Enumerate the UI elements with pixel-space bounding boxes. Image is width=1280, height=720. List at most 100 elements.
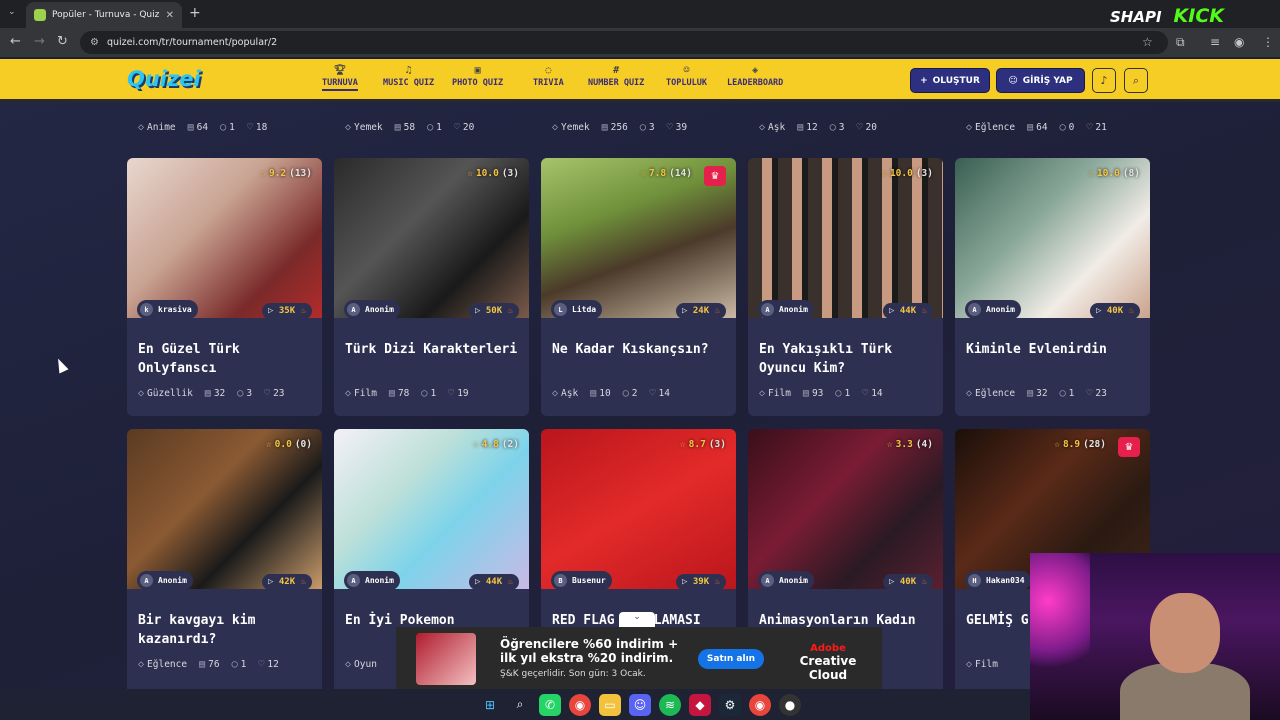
tag-icon: ◇ [138,388,145,399]
items-icon: ▤ [204,388,211,399]
nav-turnuva[interactable]: 🏆︎ TURNUVA [322,65,358,91]
top-card-meta-3: ◇ Yemek ▤ 256 ◯ 3 ♡ 39 [552,102,687,147]
forward-icon[interactable]: → [34,34,45,49]
card-title[interactable]: Bir kavgayı kim kazanırdı? [127,589,322,659]
back-icon[interactable]: ← [10,34,21,49]
reload-icon[interactable]: ↻ [57,34,68,49]
bookmark-star-icon[interactable]: ☆ [1142,35,1153,49]
address-bar[interactable]: ⚙ quizei.com/tr/tournament/popular/2 [80,31,1168,54]
tournament-card[interactable]: ☆ 10.0 (8) A Anonim ▷ 40K ♨ Kiminle Evle… [955,158,1150,416]
play-count-badge: ▷ 50K ♨ [469,303,519,319]
card-creator[interactable]: A Anonim [344,571,400,590]
heart-icon: ♡ [448,388,455,399]
steam-icon[interactable]: ⚙ [719,693,741,716]
tournament-card[interactable]: ☆ 0.0 (0) A Anonim ▷ 42K ♨ Bir kavgayı k… [127,429,322,689]
play-icon: ▷ [682,577,688,587]
card-creator[interactable]: A Anonim [758,571,814,590]
card-thumbnail[interactable]: ☆ 3.3 (4) A Anonim ▷ 40K ♨ [748,429,943,590]
extensions-icon[interactable]: ⧉ [1176,35,1185,50]
tab-search-icon[interactable]: ⌄ [8,7,16,17]
ad-subtext: Ş&K geçerlidir. Son gün: 3 Ocak. [500,669,646,679]
chrome-icon[interactable]: ◉ [749,693,771,716]
chrome-icon[interactable]: ◉ [569,693,591,716]
search-icon[interactable]: ⌕ [1124,68,1148,93]
card-creator[interactable]: A Anonim [344,300,400,319]
heart-icon: ♡ [453,122,460,133]
nav-music-quiz[interactable]: ♫ MUSIC QUIZ [383,65,434,88]
whatsapp-icon[interactable]: ✆ [539,693,561,716]
ad-cta-button[interactable]: Satın alın [698,649,764,669]
card-creator[interactable]: A Anonim [758,300,814,319]
card-thumbnail[interactable]: ☆ 0.0 (0) A Anonim ▷ 42K ♨ [127,429,322,590]
card-title[interactable]: Ne Kadar Kıskançsın? [541,318,736,388]
profile-icon[interactable]: ◉ [1234,35,1244,49]
media-icon[interactable]: ≡ [1210,35,1220,49]
search-icon[interactable]: ⌕ [509,694,531,716]
card-creator[interactable]: L Litda [551,300,603,319]
chat-icon: ◌ [545,65,552,76]
card-creator[interactable]: B Busenur [551,571,612,590]
card-thumbnail[interactable]: ☆ 7.8 (14) ♛ L Litda ▷ 24K ♨ [541,158,736,319]
login-label: GİRİŞ YAP [1022,75,1073,86]
browser-tab[interactable]: Popüler - Turnuva - Quizei ✕ [26,2,182,28]
ad-collapse-button[interactable]: ⌄ [619,612,655,627]
comment-icon: ◯ [427,122,434,133]
nav-label: TRIVIA [533,78,564,88]
notification-bell-icon[interactable]: ♪ [1092,68,1116,93]
card-creator[interactable]: A Anonim [965,300,1021,319]
card-thumbnail[interactable]: ☆ 10.0 (3) A Anonim ▷ 44K ♨ [748,158,943,319]
login-button[interactable]: ☺ GİRİŞ YAP [996,68,1085,93]
card-creator[interactable]: A Anonim [137,571,193,590]
card-title[interactable]: En Yakışıklı Türk Oyuncu Kim? [748,318,943,388]
card-thumbnail[interactable]: ☆ 8.7 (3) B Busenur ▷ 39K ♨ [541,429,736,590]
close-tab-icon[interactable]: ✕ [166,10,174,21]
ad-banner[interactable]: Öğrencilere %60 indirim + ilk yıl ekstra… [396,627,882,689]
tournament-card[interactable]: ☆ 10.0 (3) A Anonim ▷ 44K ♨ En Yakışıklı… [748,158,943,416]
creator-name: Anonim [779,305,808,314]
card-rating: ☆ 3.3 (4) [887,439,933,450]
card-meta: ◇ Aşk ▤ 10 ◯ 2 ♡ 14 [541,388,736,399]
card-title[interactable]: En Güzel Türk Onlyfanscı [127,318,322,388]
spotify-icon[interactable]: ≋ [659,693,681,716]
card-rating: ☆ 8.9 (28) [1054,439,1106,450]
nav-topluluk[interactable]: ☺ TOPLULUK [666,65,707,88]
card-creator[interactable]: k krasiva [137,300,198,319]
card-rating: ☆ 7.8 (14) [640,168,692,179]
new-tab-icon[interactable]: + [189,5,201,21]
card-thumbnail[interactable]: ☆ 10.0 (3) A Anonim ▷ 50K ♨ [334,158,529,319]
menu-icon[interactable]: ⋮ [1262,35,1274,49]
app-icon[interactable]: ◆ [689,693,711,716]
card-title[interactable]: Türk Dizi Karakterleri [334,318,529,388]
tournament-card[interactable]: ☆ 9.2 (13) k krasiva ▷ 35K ♨ En Güzel Tü… [127,158,322,416]
play-icon: ▷ [475,577,481,587]
play-icon: ▷ [268,306,274,316]
site-logo[interactable]: Quizei [127,67,201,91]
create-button[interactable]: + OLUŞTUR [910,68,990,93]
folder-icon[interactable]: ▭ [599,693,621,716]
nav-leaderboard[interactable]: ◈ LEADERBOARD [727,65,783,88]
card-thumbnail[interactable]: ☆ 4.8 (2) A Anonim ▷ 44K ♨ [334,429,529,590]
creator-name: Hakan034 [986,576,1025,585]
windows-start-icon[interactable]: ⊞ [479,694,501,716]
avatar: A [347,303,360,316]
rating-votes: (2) [501,439,519,450]
creator-name: Litda [572,305,597,314]
rating-votes: (4) [915,439,933,450]
fire-icon: ♨ [921,577,927,587]
site-info-icon[interactable]: ⚙ [90,37,99,48]
obs-icon[interactable]: ● [779,693,801,716]
card-creator[interactable]: H Hakan034 [965,571,1031,590]
discord-icon[interactable]: ☺ [629,693,651,716]
play-count: 24K [692,306,710,316]
card-thumbnail[interactable]: ☆ 9.2 (13) k krasiva ▷ 35K ♨ [127,158,322,319]
tournament-card[interactable]: ☆ 10.0 (3) A Anonim ▷ 50K ♨ Türk Dizi Ka… [334,158,529,416]
avatar: A [140,574,153,587]
nav-number-quiz[interactable]: # NUMBER QUIZ [588,65,644,88]
nav-trivia[interactable]: ◌ TRIVIA [533,65,564,88]
tournament-card[interactable]: ☆ 7.8 (14) ♛ L Litda ▷ 24K ♨ Ne Kadar Kı… [541,158,736,416]
rating-value: 10.0 [1096,168,1120,179]
card-title[interactable]: Kiminle Evlenirdin [955,318,1150,388]
card-rating: ☆ 10.0 (3) [881,168,933,179]
nav-photo-quiz[interactable]: ▣ PHOTO QUIZ [452,65,503,88]
card-thumbnail[interactable]: ☆ 10.0 (8) A Anonim ▷ 40K ♨ [955,158,1150,319]
